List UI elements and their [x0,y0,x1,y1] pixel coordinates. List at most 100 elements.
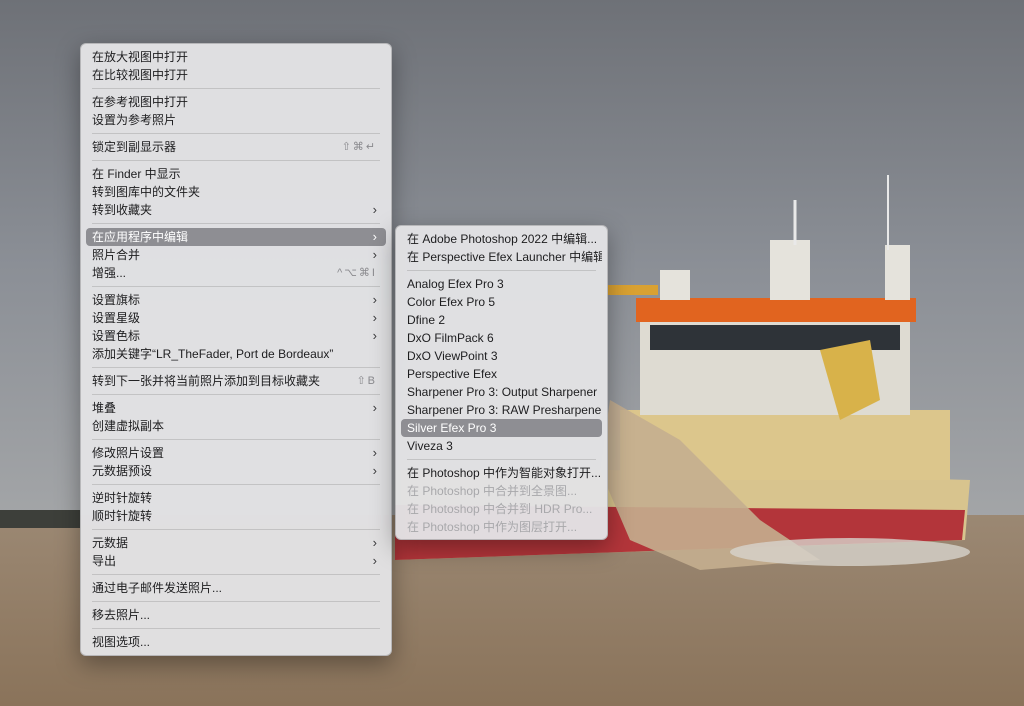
menu-item-label: 在参考视图中打开 [92,95,189,109]
menu-item-label: 元数据 [92,536,129,550]
menu-item[interactable]: 转到图库中的文件夹 [86,183,386,201]
menu-separator [92,529,380,530]
menu-item[interactable]: 视图选项... [86,633,386,651]
menu-separator [92,160,380,161]
menu-item[interactable]: 锁定到副显示器 ⇧⌘↵ [86,138,386,156]
menu-item-label: 在 Photoshop 中合并到全景图... [407,484,578,498]
menu-item-label: 堆叠 [92,401,117,415]
menu-item-label: 设置星级 [92,311,141,325]
menu-item[interactable]: 转到收藏夹 › [86,201,386,219]
chevron-right-icon: › [372,535,377,550]
menu-item[interactable]: 设置色标 › [86,327,386,345]
menu-separator [92,484,380,485]
menu-item[interactable]: 在参考视图中打开 [86,93,386,111]
chevron-right-icon: › [372,310,377,325]
menu-item-label: 设置为参考照片 [92,113,177,127]
menu-item[interactable]: 增强... ^⌥⌘I [86,264,386,282]
chevron-right-icon: › [372,229,377,244]
menu-separator [92,223,380,224]
menu-separator [92,394,380,395]
menu-item[interactable]: 设置星级 › [86,309,386,327]
menu-item[interactable]: 添加关键字“LR_TheFader, Port de Bordeaux” [86,345,386,363]
menu-item[interactable]: 通过电子邮件发送照片... [86,579,386,597]
menu-item[interactable]: Silver Efex Pro 3 [401,419,602,437]
menu-item[interactable]: 在 Perspective Efex Launcher 中编辑... [401,248,602,266]
menu-item-label: Sharpener Pro 3: Output Sharpener [407,385,598,399]
menu-item[interactable]: DxO ViewPoint 3 [401,347,602,365]
menu-item[interactable]: 在比较视图中打开 [86,66,386,84]
chevron-right-icon: › [372,445,377,460]
menu-item-label: 视图选项... [92,635,151,649]
menu-item[interactable]: Viveza 3 [401,437,602,455]
menu-item-shortcut: ^⌥⌘I [337,267,377,279]
menu-item-label: 修改照片设置 [92,446,165,460]
menu-item-label: 在 Photoshop 中合并到 HDR Pro... [407,502,593,516]
menu-item[interactable]: 设置为参考照片 [86,111,386,129]
menu-item-shortcut: ⇧⌘↵ [341,141,377,153]
menu-item-label: 创建虚拟副本 [92,419,165,433]
menu-item[interactable]: 设置旗标 › [86,291,386,309]
menu-item-label: 顺时针旋转 [92,509,153,523]
menu-item[interactable]: Analog Efex Pro 3 [401,275,602,293]
menu-separator [92,133,380,134]
menu-item-label: DxO FilmPack 6 [407,331,494,345]
menu-separator [92,601,380,602]
menu-separator [92,439,380,440]
menu-item-label: 导出 [92,554,117,568]
menu-item[interactable]: 元数据预设 › [86,462,386,480]
menu-item[interactable]: 在 Finder 中显示 [86,165,386,183]
menu-item[interactable]: Sharpener Pro 3: Output Sharpener [401,383,602,401]
menu-separator [92,286,380,287]
menu-item-label: 在应用程序中编辑 [92,230,189,244]
menu-item-label: 通过电子邮件发送照片... [92,581,223,595]
menu-item-label: 设置旗标 [92,293,141,307]
menu-item[interactable]: DxO FilmPack 6 [401,329,602,347]
chevron-right-icon: › [372,328,377,343]
menu-separator [407,270,596,271]
menu-item[interactable]: 在 Adobe Photoshop 2022 中编辑... [401,230,602,248]
menu-item: 在 Photoshop 中作为图层打开... [401,518,602,536]
menu-separator [407,459,596,460]
menu-item-label: 在 Photoshop 中作为智能对象打开... [407,466,602,480]
menu-item[interactable]: Color Efex Pro 5 [401,293,602,311]
menu-item-label: DxO ViewPoint 3 [407,349,498,363]
menu-item[interactable]: 堆叠 › [86,399,386,417]
chevron-right-icon: › [372,247,377,262]
menu-item-label: 锁定到副显示器 [92,140,177,154]
menu-item-label: 移去照片... [92,608,151,622]
menu-item-label: Analog Efex Pro 3 [407,277,504,291]
menu-item[interactable]: 在放大视图中打开 [86,48,386,66]
menu-item-label: Silver Efex Pro 3 [407,421,497,435]
menu-item[interactable]: Sharpener Pro 3: RAW Presharpener [401,401,602,419]
menu-item-shortcut: ⇧B [356,375,377,387]
menu-item[interactable]: 顺时针旋转 [86,507,386,525]
menu-item-label: Dfine 2 [407,313,446,327]
menu-item[interactable]: 导出 › [86,552,386,570]
menu-item-label: Viveza 3 [407,439,453,453]
chevron-right-icon: › [372,400,377,415]
menu-item-label: 添加关键字“LR_TheFader, Port de Bordeaux” [92,347,334,361]
menu-item[interactable]: 逆时针旋转 [86,489,386,507]
menu-item-label: 元数据预设 [92,464,153,478]
menu-item-label: Perspective Efex [407,367,498,381]
menu-item-label: 转到收藏夹 [92,203,153,217]
menu-item-label: 转到下一张并将当前照片添加到目标收藏夹 [92,374,321,388]
menu-separator [92,367,380,368]
menu-item[interactable]: 修改照片设置 › [86,444,386,462]
menu-item-label: 在 Photoshop 中作为图层打开... [407,520,578,534]
menu-item-label: 逆时针旋转 [92,491,153,505]
menu-item[interactable]: 元数据 › [86,534,386,552]
menu-item[interactable]: 在应用程序中编辑 › [86,228,386,246]
menu-item[interactable]: 创建虚拟副本 [86,417,386,435]
menu-item[interactable]: Perspective Efex [401,365,602,383]
menu-item[interactable]: 移去照片... [86,606,386,624]
menu-item-label: 照片合并 [92,248,141,262]
menu-item[interactable]: Dfine 2 [401,311,602,329]
menu-separator [92,628,380,629]
menu-item-label: 在放大视图中打开 [92,50,189,64]
menu-item-label: Sharpener Pro 3: RAW Presharpener [407,403,602,417]
menu-item[interactable]: 转到下一张并将当前照片添加到目标收藏夹 ⇧B [86,372,386,390]
menu-item-label: 在 Perspective Efex Launcher 中编辑... [407,250,602,264]
menu-item[interactable]: 在 Photoshop 中作为智能对象打开... [401,464,602,482]
menu-item[interactable]: 照片合并 › [86,246,386,264]
